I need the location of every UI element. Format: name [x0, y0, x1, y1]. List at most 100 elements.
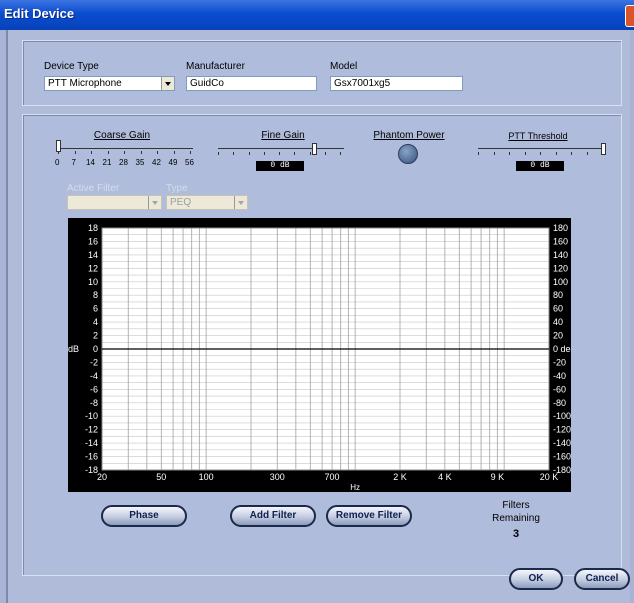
- x-tick-label: 50: [156, 472, 166, 482]
- y-right-tick-label: 140: [553, 250, 568, 260]
- ptt-threshold-tick: [509, 152, 510, 155]
- y-right-tick-label: -60: [553, 384, 566, 394]
- add-filter-button[interactable]: Add Filter: [230, 505, 316, 527]
- y-left-tick-label: -10: [85, 411, 98, 421]
- fine-gain-slider-thumb[interactable]: [312, 143, 317, 155]
- device-type-select[interactable]: PTT Microphone: [44, 76, 175, 91]
- window-title: Edit Device: [4, 6, 75, 21]
- coarse-gain-label: Coarse Gain: [93, 130, 151, 141]
- phantom-power-label: Phantom Power: [373, 130, 445, 141]
- ptt-threshold-tick: [555, 152, 557, 155]
- y-right-tick-label: 40: [553, 317, 563, 327]
- x-tick-label: 2 K: [393, 472, 407, 482]
- phase-button[interactable]: Phase: [101, 505, 187, 527]
- y-left-tick-label: 18: [88, 223, 98, 233]
- frequency-response-graph: 18 16 14 12 10 8 6 4 2 0 -2 -4 -6 -8 -10 -12 -14 -16 -18 18…: [68, 218, 578, 492]
- manufacturer-field[interactable]: GuidCo: [186, 76, 317, 91]
- y-right-tick-label: 0 deg.: [553, 344, 571, 354]
- model-field[interactable]: Gsx7001xg5: [330, 76, 463, 91]
- coarse-gain-tick: [107, 151, 109, 154]
- coarse-gain-tick: [124, 151, 125, 154]
- model-value: Gsx7001xg5: [334, 78, 391, 89]
- y-right-tick-label: 80: [553, 290, 563, 300]
- chevron-down-icon[interactable]: [161, 77, 174, 90]
- ptt-threshold-tick: [524, 152, 526, 155]
- y-right-tick-label: 120: [553, 263, 568, 273]
- y-right-tick-label: -140: [553, 438, 571, 448]
- active-filter-label: Active Filter: [67, 183, 120, 194]
- fine-gain-track: [218, 148, 344, 149]
- y-right-tick-label: 160: [553, 236, 568, 246]
- x-axis-label: Hz: [350, 483, 360, 492]
- active-filter-select[interactable]: [67, 195, 162, 210]
- coarse-gain-slider-thumb[interactable]: [56, 140, 61, 152]
- ptt-threshold-value: 0 dB: [516, 161, 564, 171]
- frequency-response-plot: 181614121086420-2-4-6-8-10-12-14-16-1818…: [68, 223, 578, 492]
- ptt-threshold-tick: [540, 152, 541, 155]
- ptt-threshold-tick: [493, 152, 495, 155]
- y-left-tick-label: 8: [93, 290, 98, 300]
- y-right-tick-label: 20: [553, 331, 563, 341]
- coarse-gain-tick: [74, 151, 76, 154]
- y-left-tick-label: 14: [88, 250, 98, 260]
- y-left-tick-label: 2: [93, 331, 98, 341]
- fine-gain-tick: [279, 152, 280, 155]
- x-tick-label: 20: [97, 472, 107, 482]
- coarse-gain-tick: [157, 151, 158, 154]
- edit-device-window: Edit Device Device Type PTT Microphone M…: [0, 0, 634, 603]
- y-right-tick-label: -100: [553, 411, 571, 421]
- y-left-tick-label: 0: [93, 344, 98, 354]
- ok-button[interactable]: OK: [509, 568, 563, 590]
- x-tick-label: 9 K: [491, 472, 505, 482]
- y-left-tick-label: -12: [85, 425, 98, 435]
- coarse-gain-tick: [190, 151, 191, 154]
- y-left-tick-label: 16: [88, 236, 98, 246]
- fine-gain-tick: [248, 152, 250, 155]
- fine-gain-tick: [294, 152, 296, 155]
- coarse-gain-scale-label: 7: [71, 158, 76, 167]
- phantom-power-toggle[interactable]: [398, 144, 418, 164]
- coarse-gain-tick: [173, 151, 175, 154]
- coarse-gain-scale-label: 35: [135, 158, 145, 167]
- filters-remaining-label-line2: Remaining: [492, 513, 540, 524]
- x-tick-label: 4 K: [438, 472, 452, 482]
- y-left-tick-label: -2: [90, 357, 98, 367]
- ptt-threshold-label: PTT Threshold: [508, 131, 568, 141]
- fine-gain-tick: [218, 152, 219, 155]
- fine-gain-tick: [263, 152, 265, 155]
- filter-type-value: PEQ: [170, 197, 192, 208]
- x-tick-label: 20 K: [540, 472, 559, 482]
- ptt-threshold-track: [478, 148, 606, 149]
- title-bar: Edit Device: [0, 0, 634, 30]
- y-left-tick-label: 6: [93, 304, 98, 314]
- coarse-gain-tick: [91, 151, 92, 154]
- model-label: Model: [330, 61, 358, 72]
- close-button[interactable]: [625, 5, 634, 27]
- filters-remaining-count: 3: [512, 528, 520, 540]
- y-left-tick-label: -16: [85, 452, 98, 462]
- fine-gain-tick: [233, 152, 235, 155]
- ptt-threshold-tick: [586, 152, 588, 155]
- cancel-button[interactable]: Cancel: [574, 568, 630, 590]
- fine-gain-tick: [340, 152, 341, 155]
- fine-gain-tick: [324, 152, 326, 155]
- fine-gain-tick: [309, 152, 311, 155]
- x-tick-label: 100: [199, 472, 214, 482]
- ptt-threshold-slider-thumb[interactable]: [601, 143, 606, 155]
- x-tick-label: 700: [325, 472, 340, 482]
- coarse-gain-scale-label: 14: [86, 158, 95, 167]
- chevron-down-icon[interactable]: [234, 196, 247, 209]
- x-tick-label: 300: [270, 472, 285, 482]
- y-right-tick-label: -20: [553, 357, 566, 367]
- ptt-threshold-tick: [478, 152, 479, 155]
- fine-gain-value: 0 dB: [256, 161, 304, 171]
- ptt-threshold-tick: [571, 152, 572, 155]
- y-right-tick-label: -160: [553, 452, 571, 462]
- remove-filter-button[interactable]: Remove Filter: [326, 505, 412, 527]
- filter-type-label: Type: [166, 183, 188, 194]
- filters-remaining-label-line1: Filters: [502, 500, 530, 511]
- chevron-down-icon[interactable]: [148, 196, 161, 209]
- coarse-gain-tick: [140, 151, 142, 154]
- filter-type-select[interactable]: PEQ: [166, 195, 248, 210]
- y-right-tick-label: -120: [553, 425, 571, 435]
